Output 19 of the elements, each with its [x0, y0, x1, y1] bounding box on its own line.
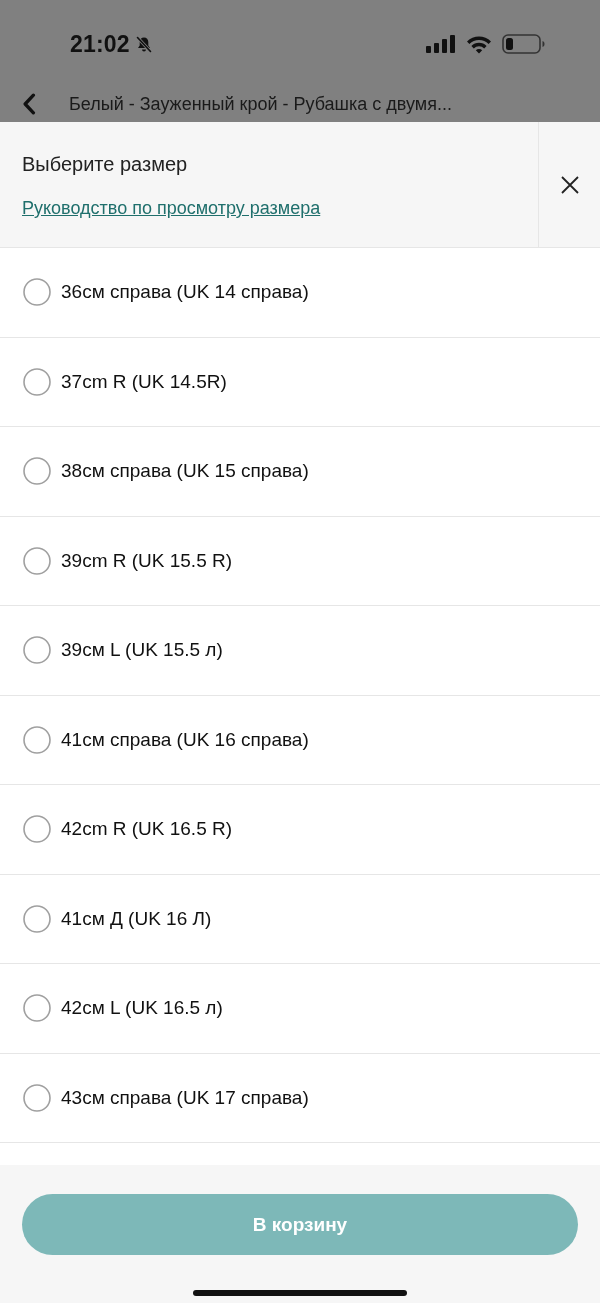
size-option[interactable]: 39cm R (UK 15.5 R) [0, 516, 600, 606]
wifi-icon [466, 34, 492, 54]
size-option[interactable]: 42см L (UK 16.5 л) [0, 964, 600, 1054]
status-time: 21:02 [70, 30, 130, 58]
size-option[interactable]: 37cm R (UK 14.5R) [0, 337, 600, 427]
page-title: Белый - Зауженный крой - Рубашка с двумя... [69, 93, 452, 115]
size-option[interactable]: 38см справа (UK 15 справа) [0, 427, 600, 517]
size-option[interactable]: 41см Д (UK 16 Л) [0, 874, 600, 964]
close-icon [560, 175, 579, 194]
sheet-title: Выберите размер [22, 152, 189, 176]
size-option[interactable]: 43см справа (UK 17 справа) [0, 1053, 600, 1143]
size-option[interactable]: 41см справа (UK 16 справа) [0, 695, 600, 785]
back-icon[interactable] [22, 93, 36, 115]
size-option[interactable]: 42cm R (UK 16.5 R) [0, 785, 600, 875]
battery-icon [502, 34, 545, 54]
size-option[interactable]: 36см справа (UK 14 справа) [0, 248, 600, 338]
size-guide-link[interactable]: Руководство по просмотру размера [22, 196, 321, 220]
size-option[interactable]: 39см L (UK 15.5 л) [0, 606, 600, 696]
signal-icon [426, 35, 456, 53]
